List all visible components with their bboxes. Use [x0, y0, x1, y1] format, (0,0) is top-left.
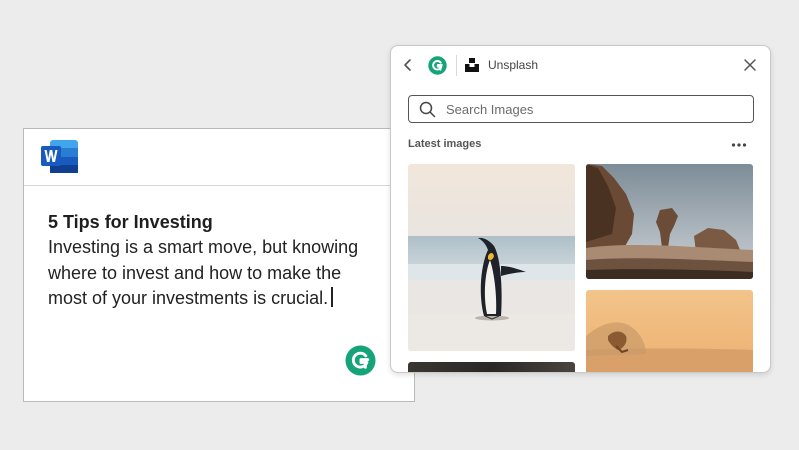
word-icon — [41, 140, 78, 173]
text-cursor — [331, 287, 333, 307]
grammarly-icon[interactable] — [345, 345, 376, 376]
unsplash-panel: Unsplash Latest images — [390, 45, 771, 373]
back-icon[interactable] — [400, 56, 416, 74]
word-document: 5 Tips for Investing Investing is a smar… — [23, 128, 415, 402]
panel-header: Unsplash — [391, 46, 770, 84]
rocks-image — [586, 164, 753, 279]
sunset-image — [586, 290, 753, 372]
search-box[interactable] — [408, 95, 754, 123]
header-divider — [456, 55, 457, 76]
close-icon[interactable] — [742, 57, 758, 73]
sunset-surf-photo[interactable] — [586, 290, 753, 372]
dark-image — [408, 362, 575, 372]
grammarly-icon — [428, 56, 447, 75]
penguin-image — [408, 164, 575, 351]
app-name: Unsplash — [488, 58, 539, 72]
unsplash-icon — [465, 58, 479, 72]
document-text[interactable]: Investing is a smart move, but knowing w… — [48, 235, 368, 312]
document-title: 5 Tips for Investing — [48, 212, 213, 232]
penguin-photo[interactable] — [408, 164, 575, 351]
more-icon[interactable] — [731, 142, 747, 148]
document-body[interactable]: 5 Tips for Investing Investing is a smar… — [48, 210, 400, 312]
desert-rocks-photo[interactable] — [586, 164, 753, 279]
search-input[interactable] — [446, 100, 736, 118]
document-paragraph: Investing is a smart move, but knowing w… — [48, 237, 359, 308]
search-icon — [419, 101, 436, 118]
section-label: Latest images — [408, 138, 482, 150]
dark-photo[interactable] — [408, 362, 575, 372]
document-header — [24, 129, 414, 186]
